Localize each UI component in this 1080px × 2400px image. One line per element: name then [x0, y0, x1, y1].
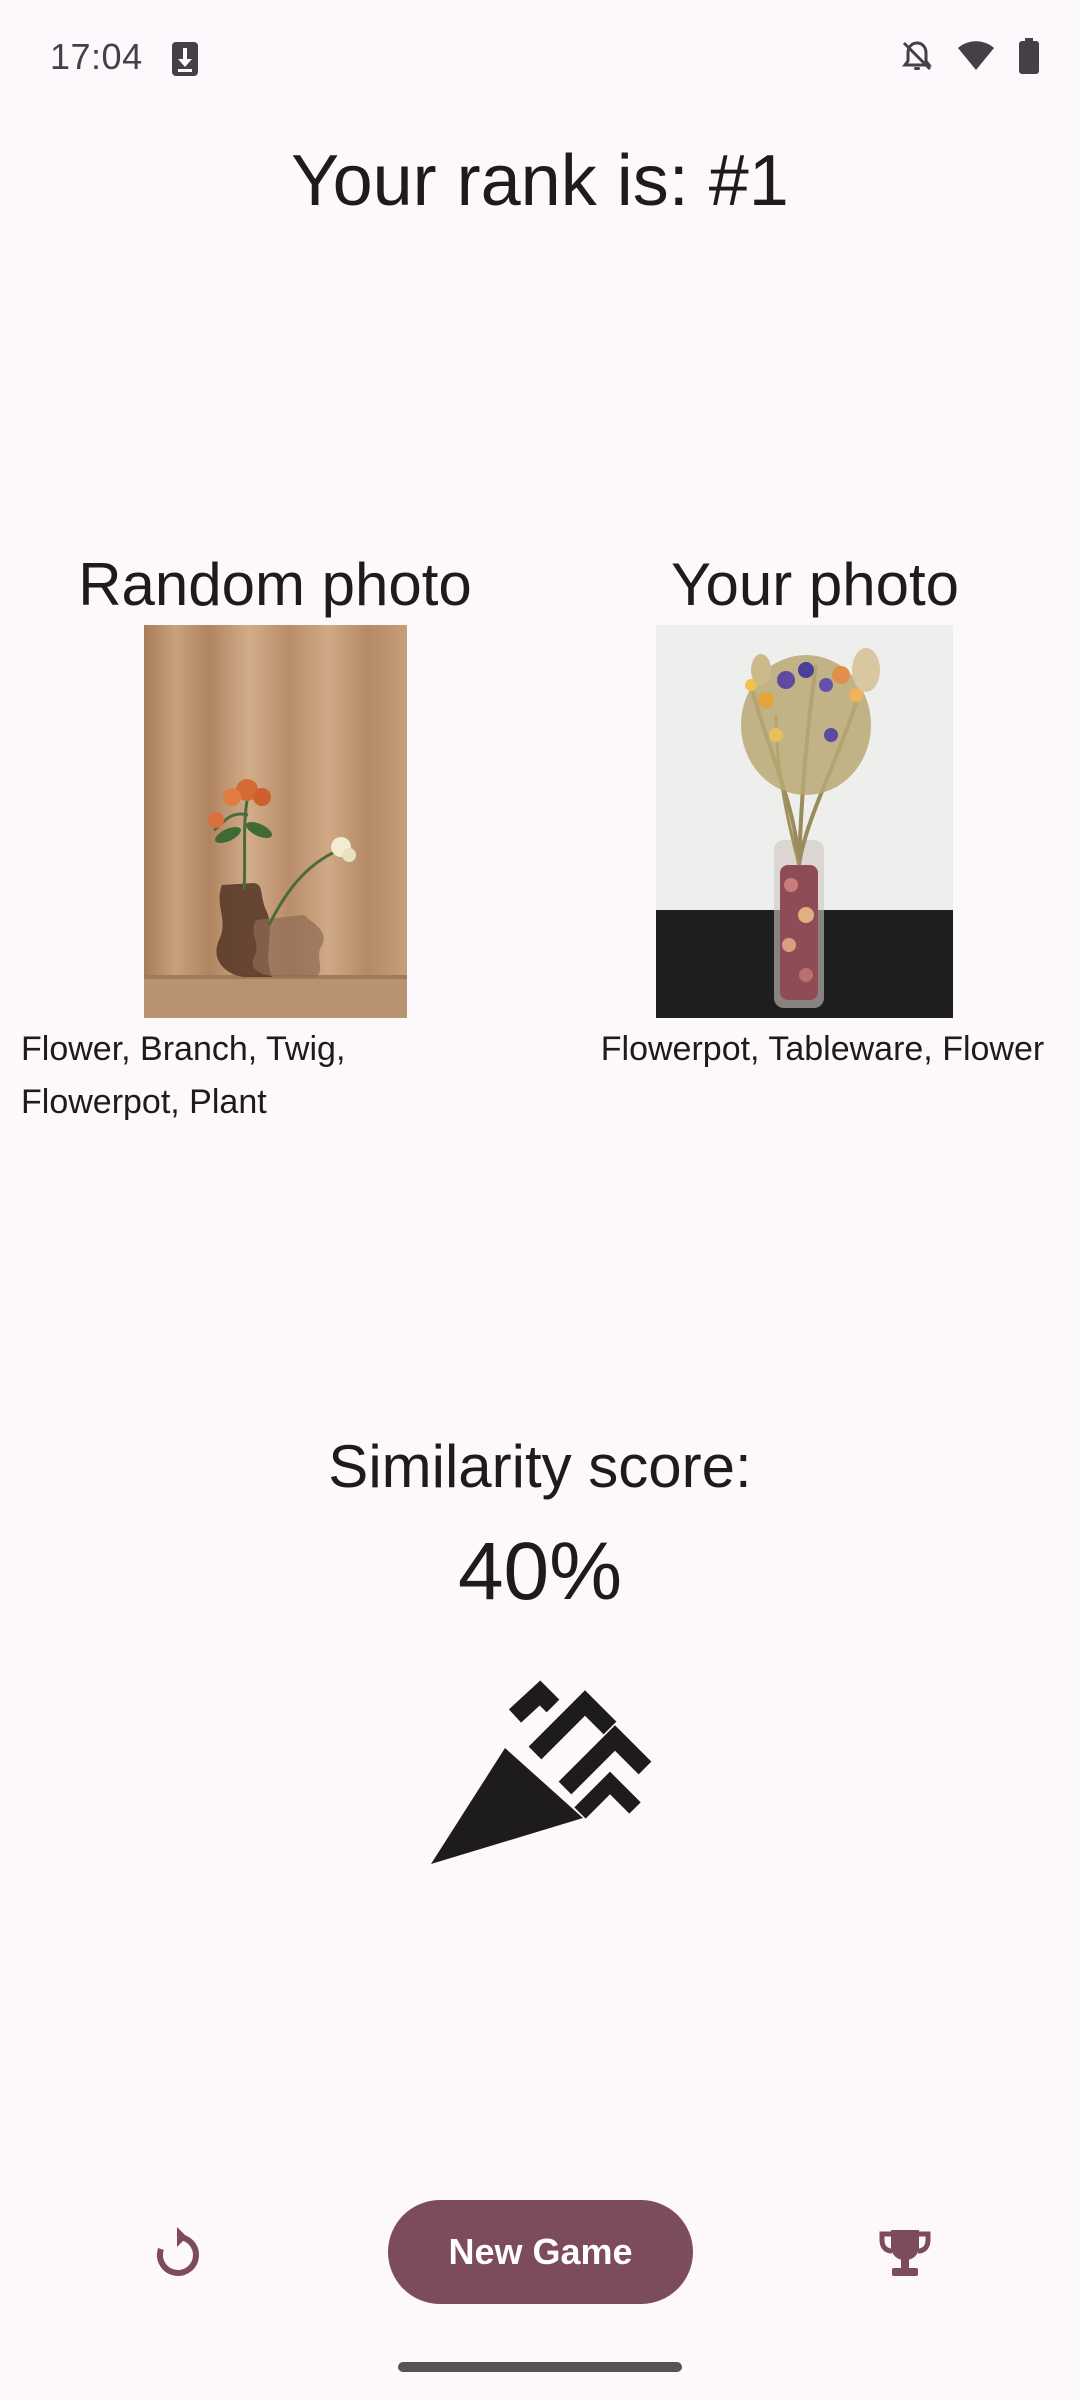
restart-icon	[153, 2226, 201, 2284]
random-photo-labels: Flower, Branch, Twig, Flowerpot, Plant	[21, 1030, 346, 1121]
battery-icon	[1018, 38, 1040, 74]
random-photo-image	[144, 625, 407, 1018]
trophy-icon	[879, 2228, 931, 2283]
random-photo-section: Random photo Flower, Branch, Twig, Flowe…	[0, 545, 550, 1121]
new-game-button[interactable]: New Game	[388, 2200, 693, 2304]
restart-button[interactable]	[142, 2220, 212, 2290]
wifi-icon	[956, 40, 996, 72]
celebration-icon	[425, 1638, 675, 1868]
your-photo-title: Your photo	[670, 551, 960, 618]
download-icon	[170, 40, 200, 78]
your-photo-labels: Flowerpot, Tableware, Flower	[600, 1030, 1045, 1068]
similarity-score: 40%	[457, 1526, 623, 1617]
home-indicator[interactable]	[398, 2362, 682, 2372]
screen: 17:04 Your rank is: #1 Random photo Flow…	[0, 0, 1080, 2400]
rank-title: Your rank is: #1	[291, 141, 789, 221]
status-bar: 17:04	[0, 0, 1080, 120]
notifications-off-icon	[900, 39, 934, 73]
status-time: 17:04	[50, 36, 143, 77]
similarity-title: Similarity score:	[328, 1433, 752, 1500]
your-photo-section: Your photo Flowerpot, Tableware, Flower	[550, 545, 1080, 1068]
leaderboard-button[interactable]	[870, 2220, 940, 2290]
your-photo-image	[656, 625, 953, 1018]
random-photo-title: Random photo	[78, 551, 472, 618]
